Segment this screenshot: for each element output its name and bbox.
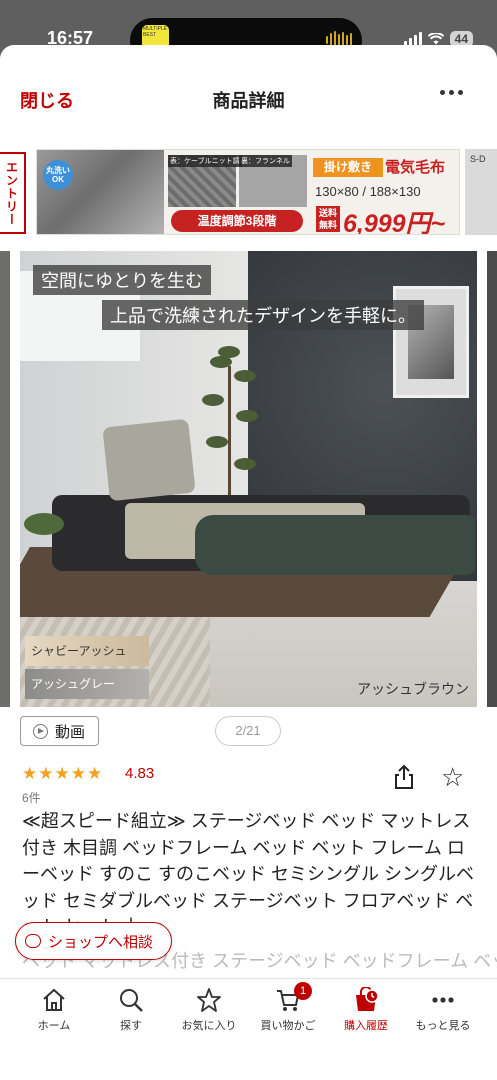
home-icon bbox=[43, 988, 65, 1011]
prev-image-peek[interactable] bbox=[0, 251, 10, 707]
more-options-button[interactable] bbox=[440, 90, 463, 95]
product-label: 電気毛布 bbox=[385, 159, 446, 176]
color-name-label: アッシュブラウン bbox=[357, 681, 469, 697]
image-pager: 2/21 bbox=[215, 716, 281, 746]
tab-cart-label: 買い物かご bbox=[260, 1020, 316, 1032]
image-pillow bbox=[102, 418, 196, 502]
next-banner-label: S-D bbox=[470, 154, 486, 164]
color-swatch-shabby-ash: シャビーアッシュ bbox=[25, 636, 149, 666]
play-icon bbox=[33, 723, 48, 739]
star-icon: ★ bbox=[87, 764, 103, 783]
review-count[interactable]: 6件 bbox=[22, 789, 41, 806]
page-title: 商品詳細 bbox=[212, 91, 285, 111]
purchase-history-icon bbox=[356, 987, 379, 1011]
header: 閉じる 商品詳細 bbox=[0, 45, 497, 145]
size-label: 130×80 / 188×130 bbox=[315, 184, 421, 199]
next-banner[interactable]: S-D bbox=[465, 149, 497, 235]
image-blanket bbox=[195, 515, 475, 575]
star-icon: ★ bbox=[38, 764, 54, 783]
star-icon: ★ bbox=[54, 764, 70, 783]
color-swatch-ash-gray: アッシュグレー bbox=[25, 669, 149, 699]
share-icon[interactable] bbox=[393, 764, 415, 790]
product-name: ≪超スピード組立≫ ステージベッド ベッド マットレス付き 木目調 ベッドフレー… bbox=[22, 811, 475, 937]
texture-label-front: 表：ケーブルニット調 bbox=[168, 155, 242, 167]
next-image-peek[interactable] bbox=[487, 251, 497, 707]
tab-more[interactable]: もっと見る bbox=[398, 987, 488, 1033]
tab-more-label: もっと見る bbox=[415, 1020, 471, 1032]
signal-icon bbox=[403, 32, 422, 46]
tab-favorites-label: お気に入り bbox=[181, 1020, 237, 1032]
promo-banner[interactable]: 丸洗いOK 表：ケーブルニット調 裏：フランネル 温度調節3段階 掛け敷き 電気… bbox=[36, 149, 460, 235]
shop-consult-button[interactable]: ショップへ相談 bbox=[15, 922, 172, 960]
video-label: 動画 bbox=[55, 723, 86, 741]
favorite-star-icon[interactable]: ☆ bbox=[441, 764, 464, 790]
cart-badge: 1 bbox=[294, 982, 312, 1000]
free-shipping-label: 送料無料 bbox=[316, 206, 340, 232]
image-bowl bbox=[24, 513, 64, 535]
star-icon: ★ bbox=[22, 764, 38, 783]
entry-tab[interactable]: エントリー bbox=[0, 152, 26, 234]
wash-badge: 丸洗いOK bbox=[43, 160, 73, 190]
search-icon bbox=[120, 989, 143, 1012]
tab-favorites[interactable]: お気に入り bbox=[164, 987, 254, 1033]
tab-purchase-history-label: 購入履歴 bbox=[344, 1020, 388, 1032]
wifi-icon bbox=[427, 33, 444, 45]
bottom-tab-bar: ホーム 探す お気に入り 1 買い物かご 購入履歴 もっと見る bbox=[0, 978, 497, 1080]
shop-consult-label: ショップへ相談 bbox=[48, 933, 154, 951]
tab-home-label: ホーム bbox=[37, 1020, 71, 1032]
star-icon: ★ bbox=[70, 764, 86, 783]
rating-score[interactable]: 4.83 bbox=[125, 765, 154, 782]
image-caption-1: 空間にゆとりを生む bbox=[33, 265, 211, 295]
video-button[interactable]: 動画 bbox=[20, 716, 99, 746]
tab-search-label: 探す bbox=[120, 1020, 142, 1032]
product-image[interactable]: 空間にゆとりを生む 上品で洗練されたデザインを手軽に。 シャビーアッシュ アッシ… bbox=[20, 251, 477, 707]
more-dots-icon bbox=[432, 997, 454, 1003]
rating-stars[interactable]: ★ ★ ★ ★ ★ bbox=[22, 764, 102, 783]
heat-label: 掛け敷き bbox=[313, 158, 383, 177]
image-caption-2: 上品で洗練されたデザインを手軽に。 bbox=[102, 300, 424, 330]
star-outline-icon bbox=[197, 988, 221, 1012]
product-detail-sheet: 閉じる 商品詳細 エントリー 丸洗いOK 表：ケーブルニット調 裏：フランネル … bbox=[0, 45, 497, 1080]
chat-icon bbox=[25, 934, 41, 948]
tab-cart[interactable]: 1 買い物かご bbox=[243, 982, 333, 1033]
texture-label-back: 裏：フランネル bbox=[239, 155, 292, 167]
tab-search[interactable]: 探す bbox=[86, 987, 176, 1033]
temp-label: 温度調節3段階 bbox=[171, 210, 303, 232]
promo-banner-carousel: エントリー 丸洗いOK 表：ケーブルニット調 裏：フランネル 温度調節3段階 掛… bbox=[0, 149, 497, 239]
banner-price: 6,999円~ bbox=[343, 210, 446, 235]
close-button[interactable]: 閉じる bbox=[20, 87, 74, 113]
